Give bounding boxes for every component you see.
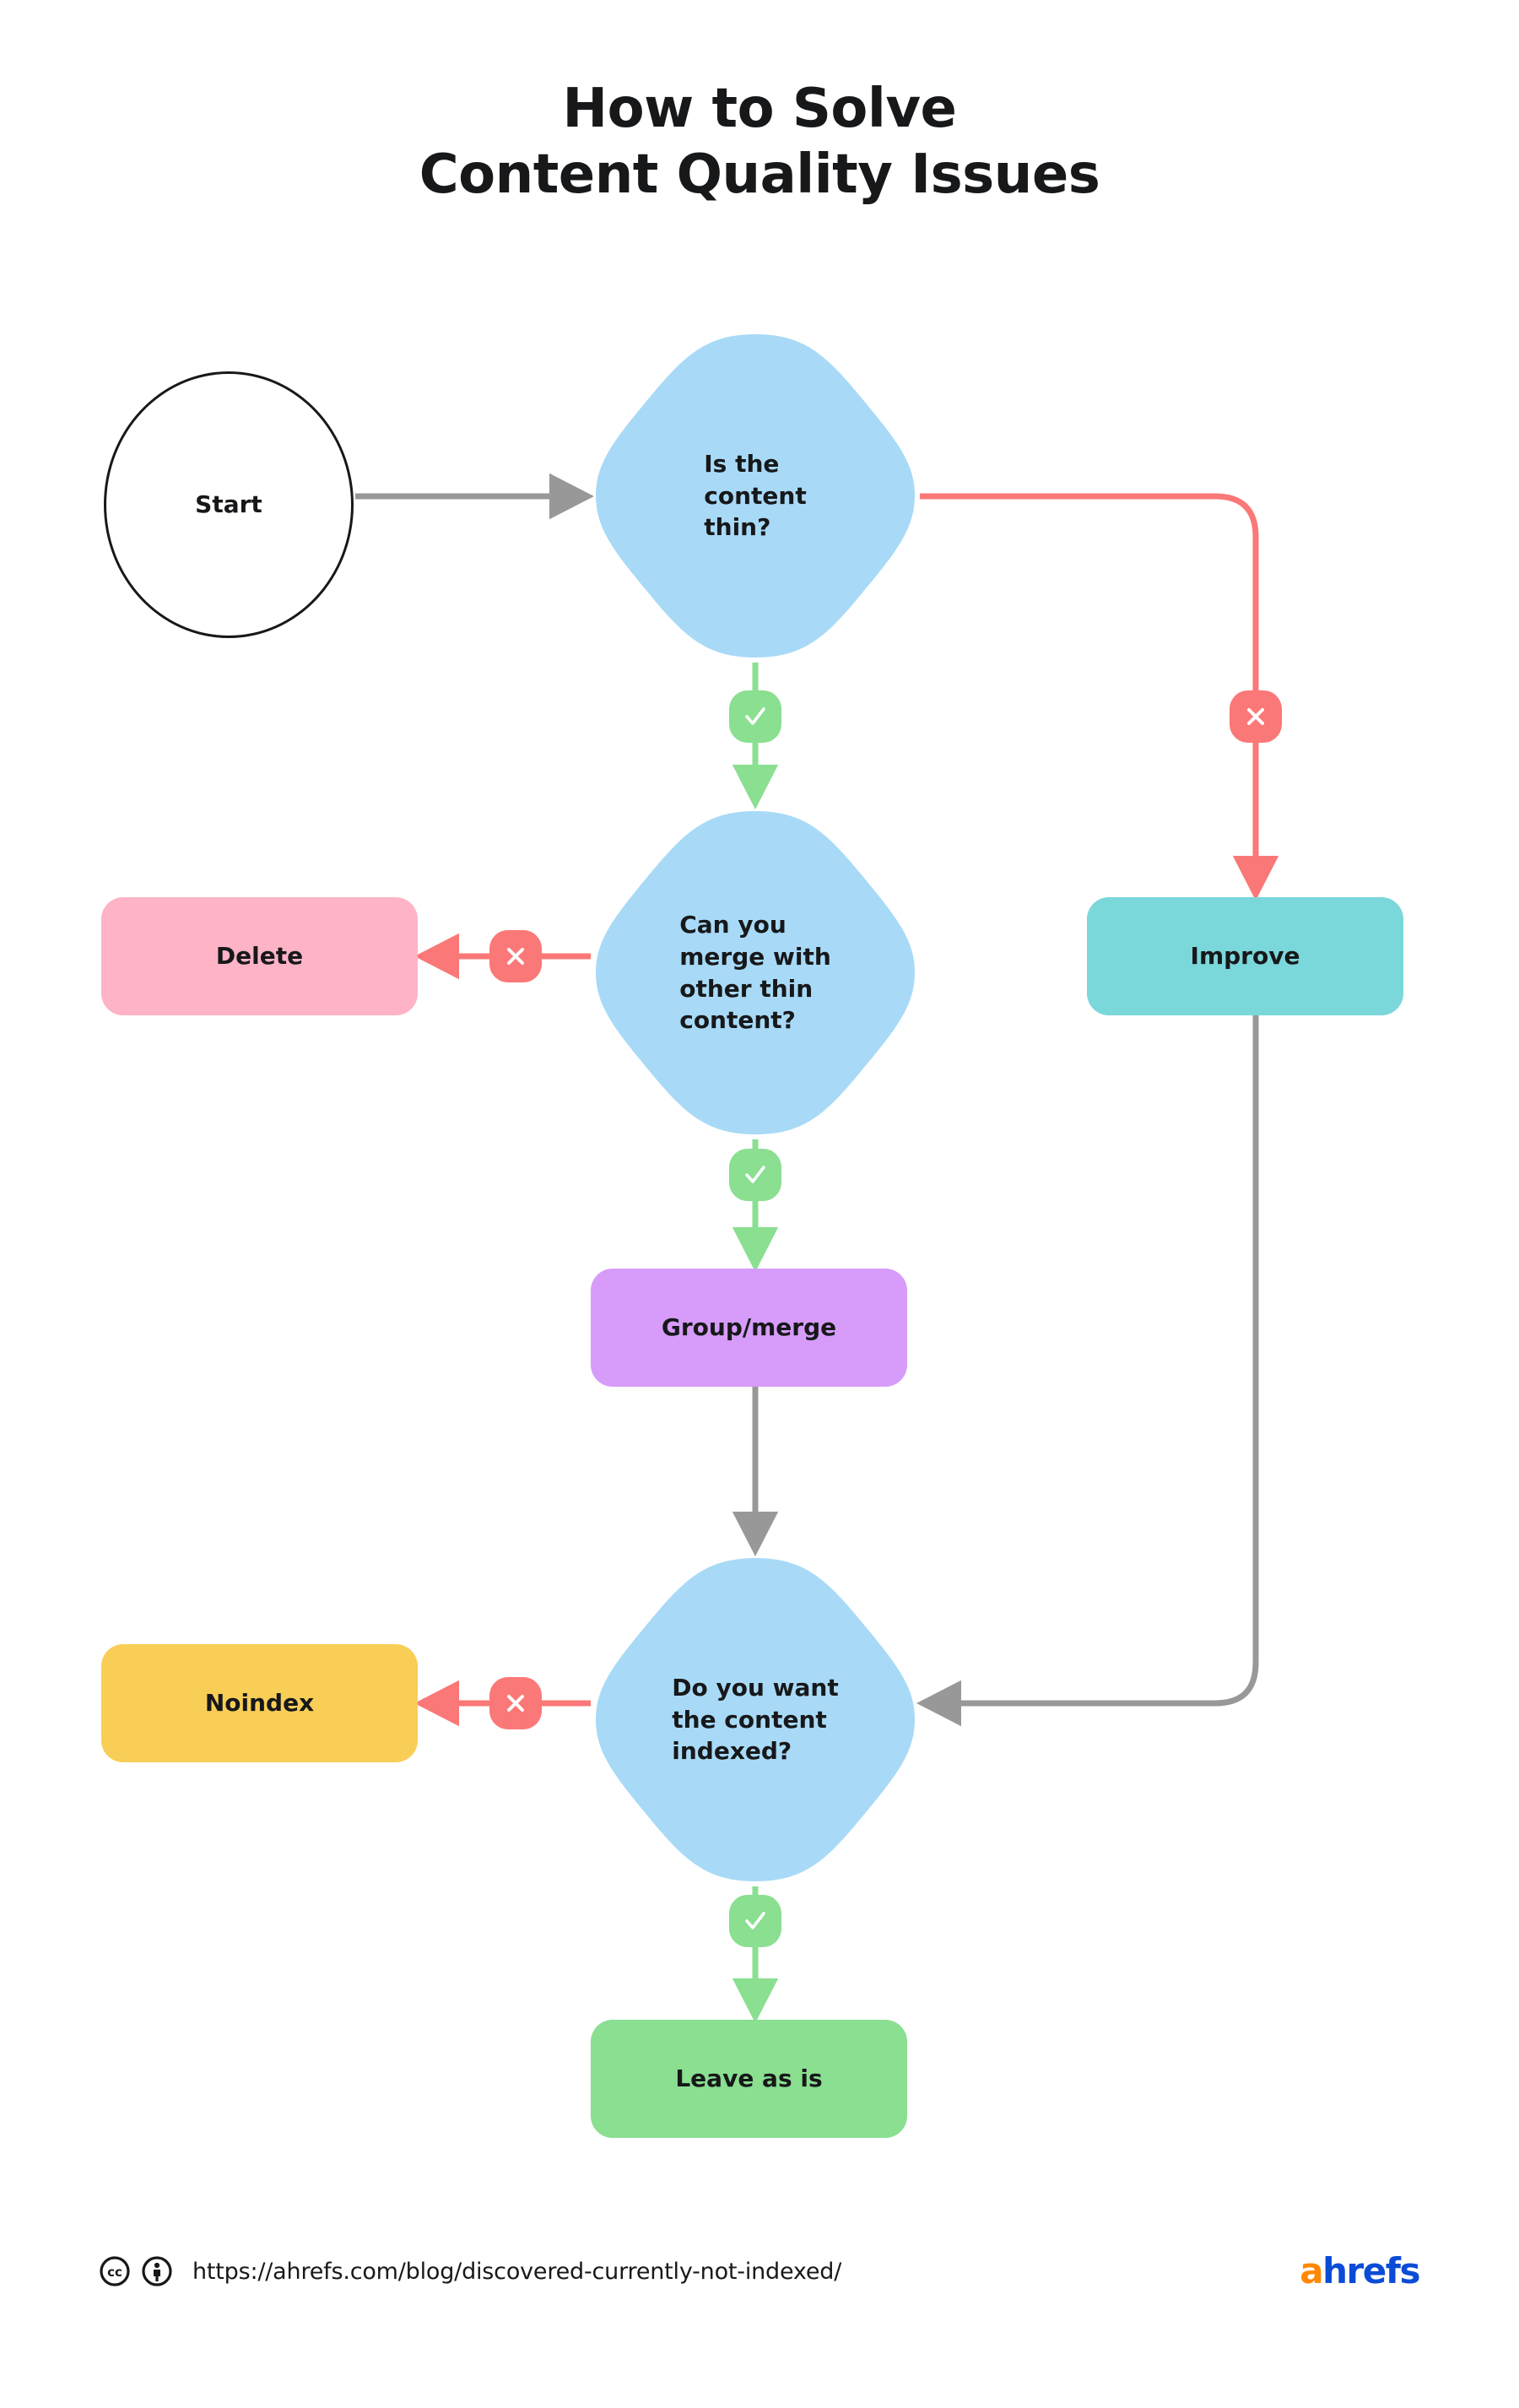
check-icon [729,1149,781,1201]
title-line-2: Content Quality Issues [419,143,1100,207]
footer: cc https://ahrefs.com/blog/discovered-cu… [0,2241,1519,2342]
node-decision-merge[interactable]: Can you merge with other thin content? [591,806,920,1139]
node-start[interactable]: Start [104,371,354,638]
check-icon [729,1895,781,1947]
attribution-person-icon [142,2256,172,2286]
cross-icon [1230,690,1282,743]
node-decision-merge-label: Can you merge with other thin content? [679,911,831,1035]
infographic-page: How to Solve Content Quality Issues can … [0,0,1519,2408]
ahrefs-logo-rest: hrefs [1322,2250,1420,2292]
node-leave-as-is-label: Leave as is [675,2064,823,2093]
ahrefs-logo-a: a [1300,2250,1323,2292]
title-line-1: How to Solve [562,78,957,140]
node-decision-indexed[interactable]: Do you want the content indexed? [591,1553,920,1886]
node-leave-as-is[interactable]: Leave as is [591,2020,907,2138]
creative-commons-icon: cc [100,2256,130,2286]
node-decision-thin-label: Is the content thin? [704,450,807,542]
check-icon [729,690,781,743]
node-decision-indexed-label: Do you want the content indexed? [672,1674,839,1766]
node-improve[interactable]: Improve [1087,897,1403,1015]
node-delete[interactable]: Delete [101,897,418,1015]
footer-license-and-url: cc https://ahrefs.com/blog/discovered-cu… [100,2256,841,2286]
node-noindex[interactable]: Noindex [101,1644,418,1762]
node-decision-thin[interactable]: Is the content thin? [591,329,920,663]
node-delete-label: Delete [215,942,304,971]
cross-icon [489,930,542,982]
edge-thin-to-improve [920,493,1279,901]
page-title: How to Solve Content Quality Issues [0,76,1519,208]
node-improve-label: Improve [1190,942,1300,971]
node-start-label: Start [195,490,262,519]
node-noindex-label: Noindex [204,1689,315,1718]
node-group-merge-label: Group/merge [661,1313,837,1342]
cross-icon [489,1677,542,1729]
source-url[interactable]: https://ahrefs.com/blog/discovered-curre… [192,2259,841,2285]
svg-text:cc: cc [107,2265,122,2280]
ahrefs-logo[interactable]: ahrefs [1300,2254,1420,2289]
node-group-merge[interactable]: Group/merge [591,1269,907,1387]
edge-improve-to-indexed [916,1015,1259,1727]
